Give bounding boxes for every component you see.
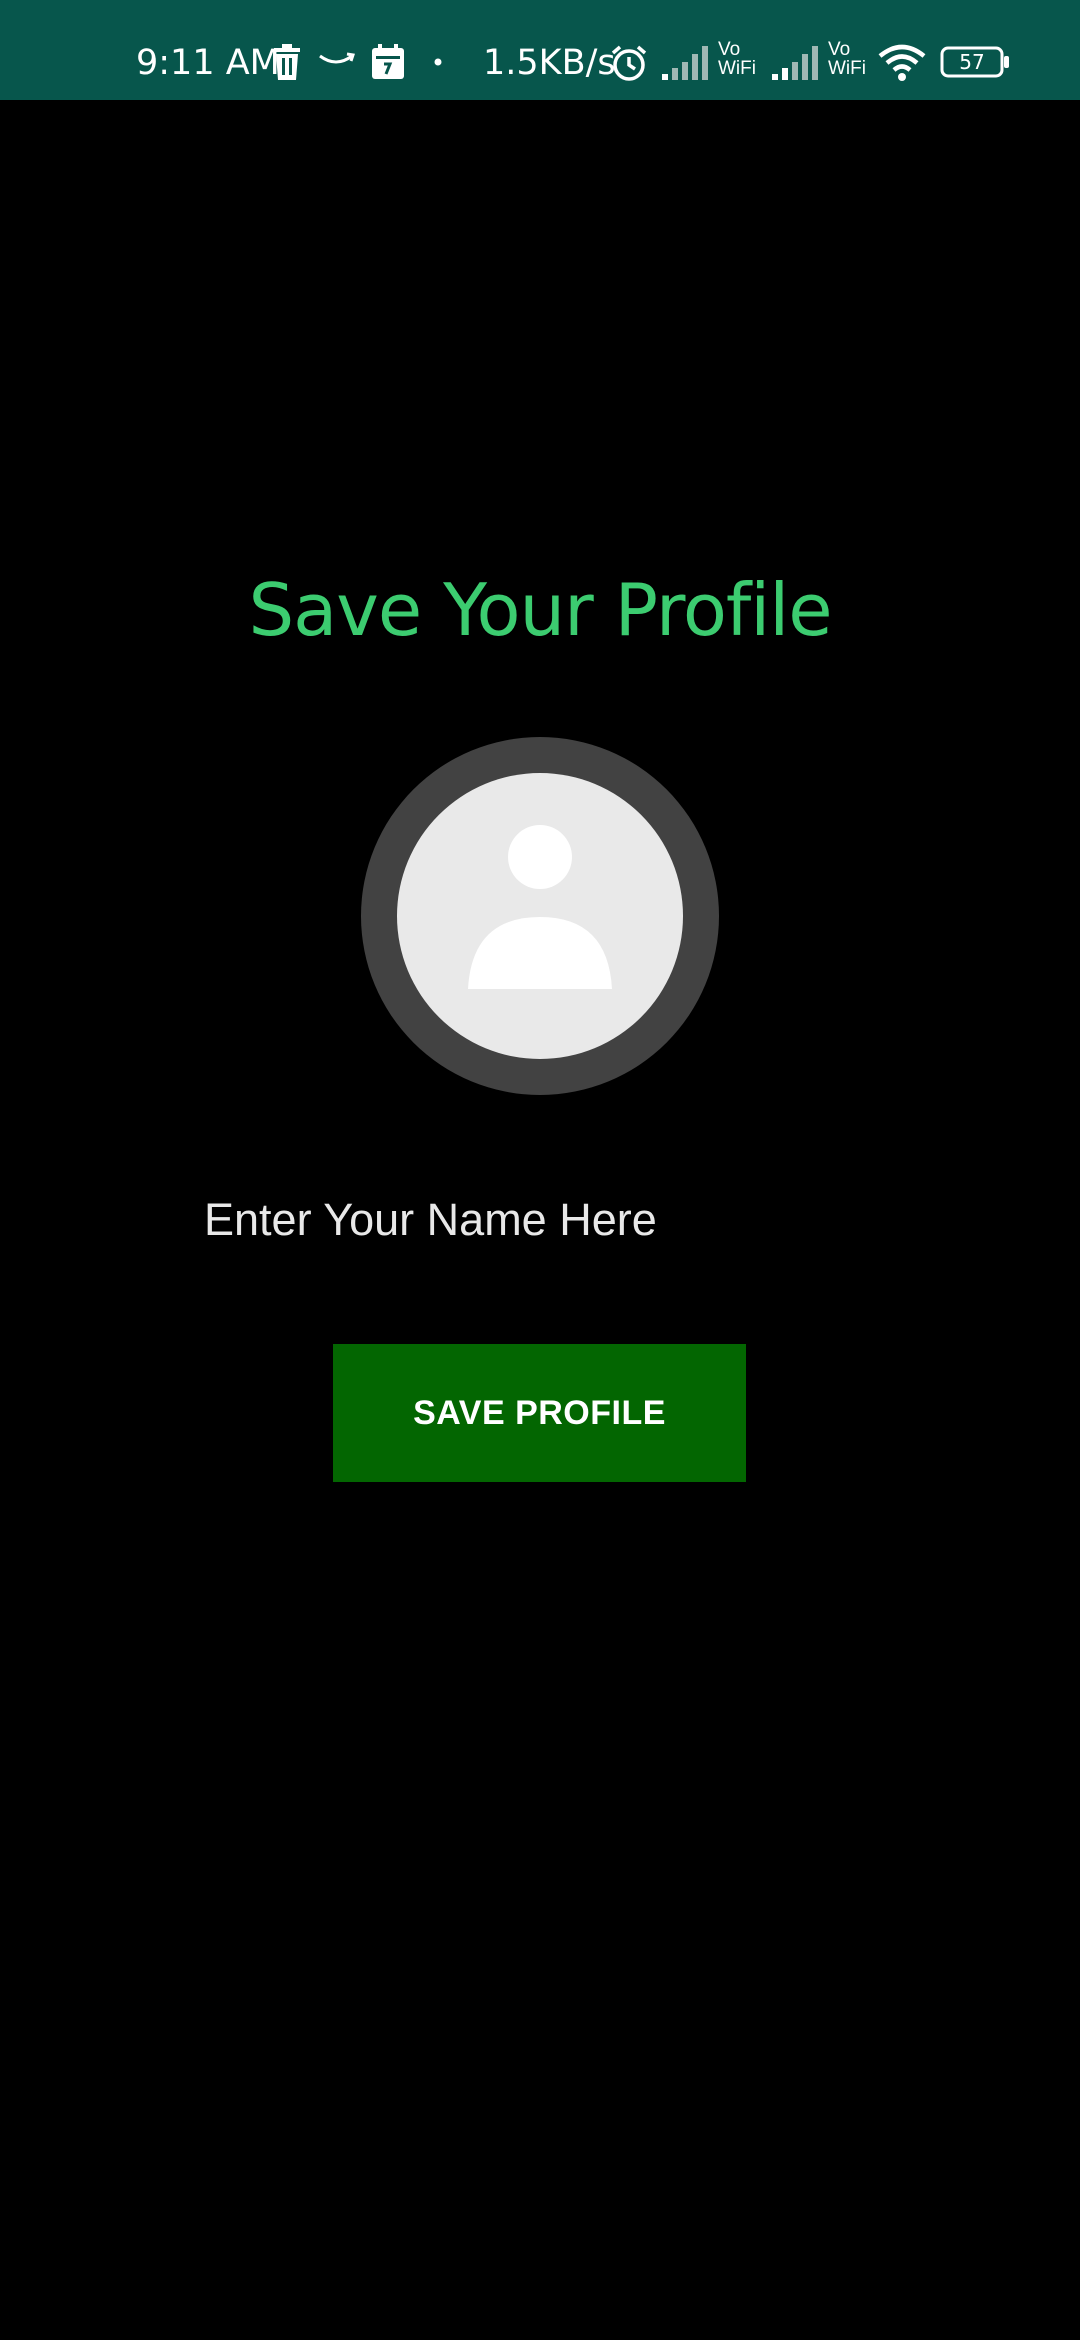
amazon-icon <box>319 52 355 64</box>
name-input[interactable] <box>204 1185 904 1255</box>
signal-icon <box>772 46 818 80</box>
status-time: 9:11 AM <box>136 43 280 83</box>
battery-level: 57 <box>959 50 985 74</box>
alarm-icon <box>611 45 647 81</box>
screen: 9:11 AM 1.5KB/s Vo WiFi Vo WiFi 57 Save … <box>0 0 1080 2340</box>
wifi-icon <box>878 44 926 81</box>
trash-icon <box>274 44 300 80</box>
network-speed: 1.5KB/s <box>483 43 616 83</box>
default-profile-icon[interactable] <box>361 737 719 1095</box>
vowifi-line2: WiFi <box>828 58 866 79</box>
vowifi-line1: Vo <box>718 39 741 60</box>
vowifi-line2: WiFi <box>718 58 756 79</box>
signal-icon <box>662 46 708 80</box>
vowifi-label-1: Vo WiFi <box>718 40 756 78</box>
vowifi-label-2: Vo WiFi <box>828 40 866 78</box>
vowifi-line1: Vo <box>828 39 851 60</box>
calendar-icon <box>372 44 404 79</box>
page-title: Save Your Profile <box>248 568 832 652</box>
save-profile-button[interactable]: SAVE PROFILE <box>333 1344 746 1482</box>
dot-icon <box>434 58 442 66</box>
status-bar: 9:11 AM 1.5KB/s Vo WiFi Vo WiFi 57 <box>0 0 1080 100</box>
